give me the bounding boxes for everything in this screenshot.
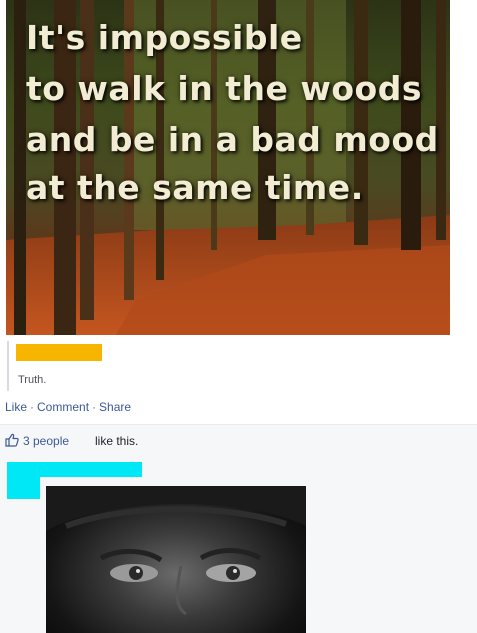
post-caption-block: Truth. (7, 341, 469, 391)
likes-count-link[interactable]: 3 people (23, 434, 69, 448)
action-separator: · (92, 400, 97, 414)
redacted-commenter-name (40, 462, 142, 477)
action-separator: · (30, 400, 35, 414)
comment (0, 457, 477, 633)
redacted-author-name (16, 344, 102, 361)
avatar[interactable] (7, 462, 40, 499)
likes-bar: 3 people like this. (0, 424, 477, 458)
face-closeup-graphic (46, 486, 306, 616)
quote-line-2: to walk in the woods (26, 69, 422, 108)
quote-line-4: at the same time. (26, 168, 364, 207)
post-caption: Truth. (18, 374, 47, 386)
quote-line-3: and be in a bad mood (26, 120, 439, 159)
comment-link[interactable]: Comment (37, 400, 89, 414)
comment-photo[interactable] (46, 486, 306, 633)
post-actions: Like · Comment · Share (5, 400, 131, 414)
like-link[interactable]: Like (5, 400, 27, 414)
share-link[interactable]: Share (99, 400, 131, 414)
likes-suffix: like this. (95, 434, 139, 448)
post-image[interactable]: It's impossible to walk in the woods and… (6, 0, 450, 335)
thumbs-up-icon (5, 433, 19, 450)
quote-line-1: It's impossible (26, 18, 303, 57)
